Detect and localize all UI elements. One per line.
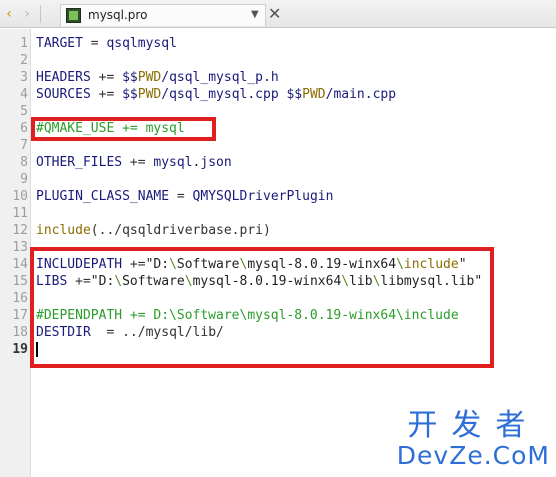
line-number: 4 (20, 87, 28, 102)
line-number: 10 (12, 189, 28, 204)
code-line: PLUGIN_CLASS_NAME = QMYSQLDriverPlugin (36, 188, 333, 205)
watermark: 开发者 DevZe.CoM (397, 410, 550, 470)
code-token: TARGET (36, 36, 91, 51)
code-token: += (98, 87, 123, 102)
code-line: HEADERS += $$PWD/qsql_mysql_p.h (36, 69, 279, 86)
code-line: SOURCES += $$PWD/qsql_mysql.cpp $$PWD/ma… (36, 86, 396, 103)
line-number: 15 (12, 274, 28, 289)
line-number: 17 (12, 308, 28, 323)
code-line: include(../qsqldriverbase.pri) (36, 222, 271, 239)
code-token: $$ (122, 87, 138, 102)
line-number: 9 (20, 172, 28, 187)
code-line: OTHER_FILES += mysql.json (36, 154, 232, 171)
back-arrow-icon[interactable]: ‹ (2, 5, 16, 23)
editor-tab-bar: ‹ › mysql.pro ▼ ✕ (0, 0, 556, 28)
code-token: include (36, 223, 91, 238)
code-token: (../qsqldriverbase.pri) (90, 223, 271, 238)
code-token: += (98, 70, 123, 85)
code-token: $$ (286, 87, 303, 102)
line-number: 7 (20, 138, 28, 153)
line-number: 12 (12, 223, 28, 238)
code-token: /qsql_mysql_p.h (161, 70, 279, 85)
line-number: 5 (20, 104, 28, 119)
line-number: 3 (20, 70, 28, 85)
code-token: += (129, 155, 154, 170)
line-number: 6 (20, 121, 28, 136)
close-icon[interactable]: ✕ (268, 6, 281, 22)
file-tab-label: mysql.pro (88, 8, 148, 22)
line-number: 1 (20, 36, 28, 51)
code-token: PWD (302, 87, 326, 102)
line-number: 11 (12, 206, 28, 221)
line-number: 8 (20, 155, 28, 170)
highlight-box-include-libs (30, 247, 494, 368)
code-token: HEADERS (36, 70, 99, 85)
line-number: 18 (12, 325, 28, 340)
code-token: OTHER_FILES (36, 155, 130, 170)
code-token: qsqlmysql (106, 36, 177, 51)
watermark-en: DevZe.CoM (396, 441, 550, 470)
line-number-gutter: 1 2 3 4 5 6 7 8 9 10 11 12 13 14 15 16 17 18 19 (0, 29, 31, 477)
code-token: SOURCES (36, 87, 99, 102)
forward-arrow-icon[interactable]: › (20, 5, 34, 23)
highlight-box-qmake-use (31, 117, 216, 141)
line-number: 13 (12, 240, 28, 255)
code-token: mysql.json (153, 155, 232, 170)
code-token: = (176, 189, 193, 204)
code-token: /main.cpp (325, 87, 397, 102)
code-token: PWD (137, 70, 162, 85)
file-tab[interactable]: mysql.pro ▼ (60, 4, 266, 26)
code-token: $$ (122, 70, 138, 85)
line-number: 19 (12, 342, 28, 357)
code-token: PWD (137, 87, 162, 102)
code-token: QMYSQLDriverPlugin (192, 189, 334, 204)
qt-project-file-icon (66, 8, 81, 23)
code-token: PLUGIN_CLASS_NAME (36, 189, 177, 204)
line-number: 14 (12, 257, 28, 272)
watermark-cn: 开发者 (407, 408, 540, 443)
line-number: 16 (12, 291, 28, 306)
line-number: 2 (20, 53, 28, 68)
toolbar-divider (40, 5, 41, 23)
chevron-down-icon[interactable]: ▼ (251, 9, 259, 20)
code-line: TARGET = qsqlmysql (36, 35, 177, 52)
code-token: /qsql_mysql.cpp (161, 87, 287, 102)
code-token: = (90, 36, 107, 51)
